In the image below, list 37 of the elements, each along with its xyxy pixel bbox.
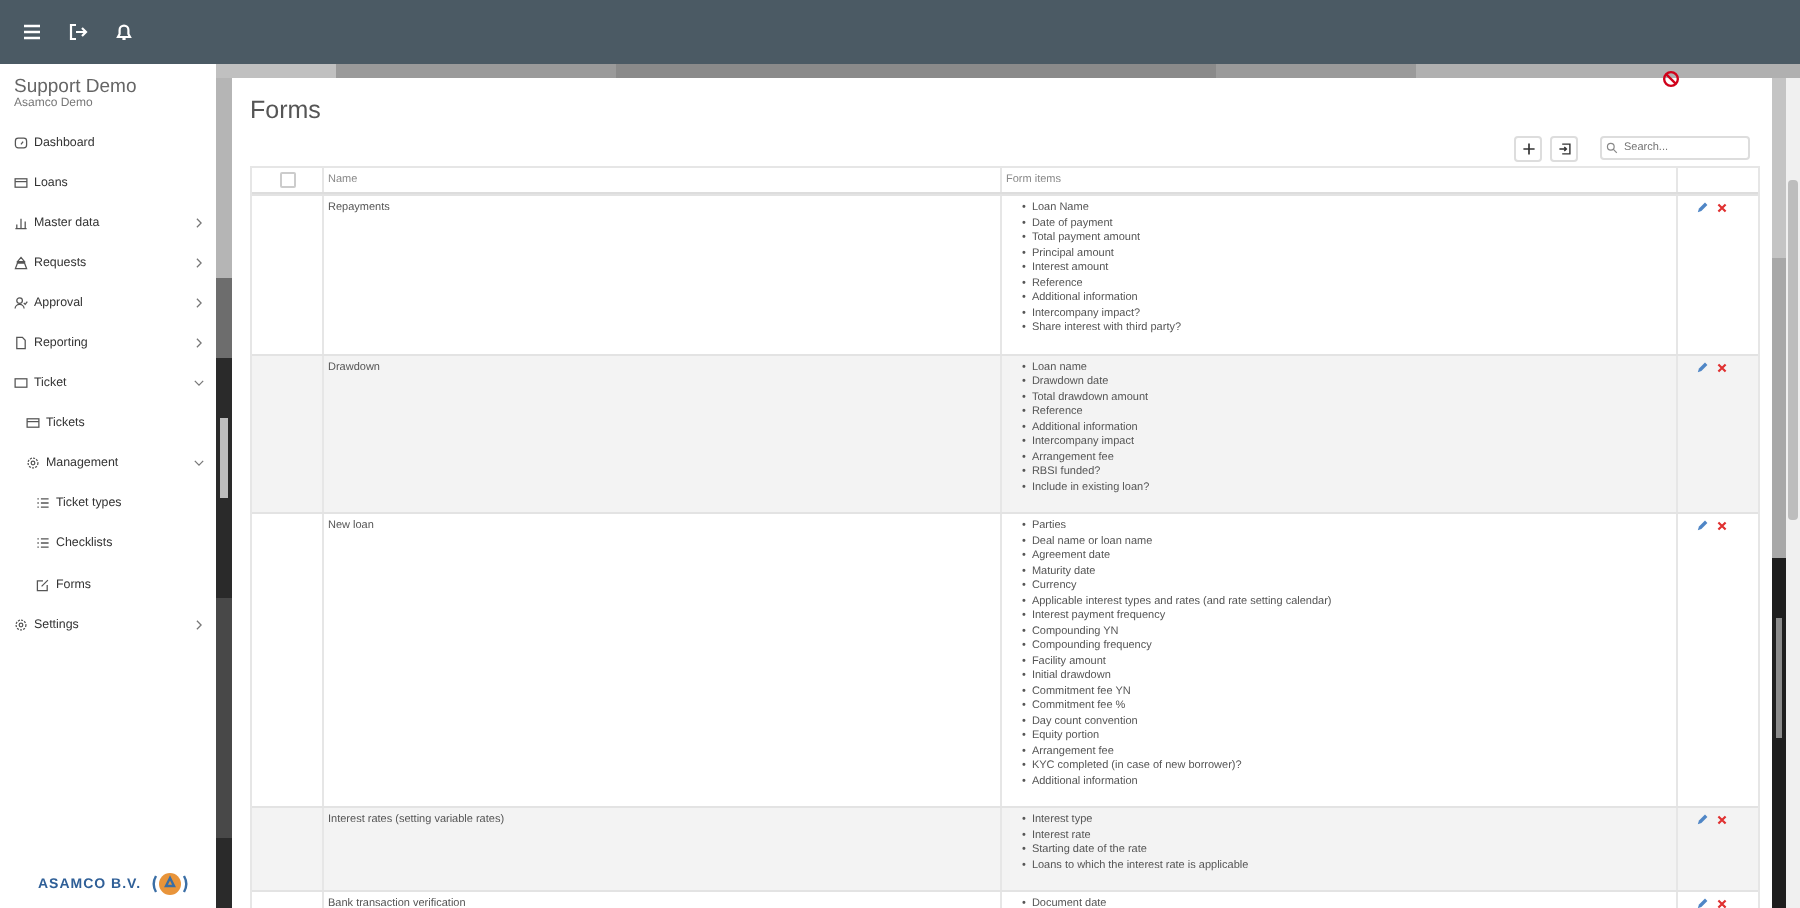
add-button[interactable] (1514, 135, 1542, 161)
settings-icon (26, 456, 40, 471)
edit-icon (36, 577, 50, 592)
search-icon (1606, 142, 1618, 154)
settings-icon (14, 617, 28, 632)
scrollbar-thumb[interactable] (1788, 180, 1798, 520)
ticket-icon (14, 376, 28, 391)
import-button[interactable] (1550, 135, 1578, 161)
delete-icon[interactable] (1716, 361, 1728, 373)
delete-icon[interactable] (1716, 202, 1728, 214)
page-title: Forms (250, 96, 323, 128)
pencil-icon[interactable] (1696, 202, 1708, 214)
delete-icon[interactable] (1716, 898, 1728, 908)
chart-icon (14, 215, 28, 230)
boxes-icon (14, 255, 28, 270)
delete-icon[interactable] (1716, 814, 1728, 826)
app-title: Support Demo (12, 76, 139, 98)
card-icon (26, 416, 40, 431)
list-icon (36, 536, 50, 551)
doc-icon (14, 336, 28, 351)
import-icon (1557, 141, 1571, 155)
person-icon (14, 295, 28, 310)
pencil-icon[interactable] (1696, 898, 1708, 908)
pencil-icon[interactable] (1696, 361, 1708, 373)
menu-icon[interactable] (22, 22, 42, 42)
select-all-checkbox[interactable] (279, 172, 295, 188)
plus-icon (1521, 141, 1535, 155)
logout-icon[interactable] (68, 22, 88, 42)
list-icon (36, 496, 50, 511)
pencil-icon[interactable] (1696, 814, 1708, 826)
bell-icon[interactable] (114, 22, 134, 42)
logo-icon (149, 870, 190, 898)
pencil-icon[interactable] (1696, 520, 1708, 532)
card-icon (14, 175, 28, 190)
delete-icon[interactable] (1716, 520, 1728, 532)
scrollbar[interactable] (1786, 78, 1800, 908)
dashboard-icon (14, 135, 28, 150)
